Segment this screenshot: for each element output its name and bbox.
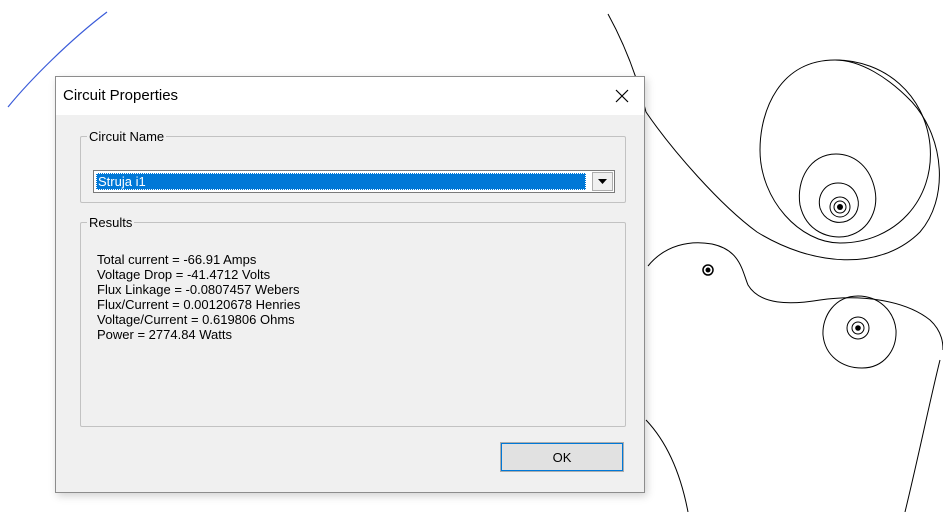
result-flux-linkage: Flux Linkage = -0.0807457 Webers (97, 282, 300, 297)
close-button[interactable] (599, 77, 644, 115)
circuit-name-dropdown[interactable]: Struja i1 (93, 170, 615, 193)
circuit-properties-dialog: Circuit Properties Circuit Name Struja i… (55, 76, 645, 493)
circuit-name-selected-value: Struja i1 (96, 173, 586, 190)
result-power: Power = 2774.84 Watts (97, 327, 233, 342)
result-voltage-current: Voltage/Current = 0.619806 Ohms (97, 312, 295, 327)
contour-boundary-middle (647, 242, 943, 351)
dialog-titlebar[interactable]: Circuit Properties (56, 77, 644, 115)
dropdown-button[interactable] (592, 172, 613, 191)
contour-lower-outer (822, 295, 897, 369)
circuit-name-group: Circuit Name Struja i1 (80, 129, 626, 203)
results-label: Results (89, 215, 133, 230)
circuit-name-label: Circuit Name (89, 129, 165, 144)
result-total-current: Total current = -66.91 Amps (97, 252, 257, 267)
contour-lower-right (904, 359, 941, 512)
contour-lower-left (645, 419, 689, 512)
source-upper (837, 204, 843, 210)
dialog-title: Circuit Properties (63, 87, 179, 104)
contour-boundary-upper (607, 13, 940, 261)
close-icon (615, 89, 628, 103)
results-list: Total current = -66.91 Amps Voltage Drop… (97, 252, 300, 342)
chevron-down-icon (598, 179, 607, 184)
ok-button[interactable]: OK (500, 442, 624, 472)
result-voltage-drop: Voltage Drop = -41.4712 Volts (97, 267, 271, 282)
contour-upper-mid (798, 153, 877, 238)
result-flux-current: Flux/Current = 0.00120678 Henries (97, 297, 301, 312)
results-group: Results Total current = -66.91 Amps Volt… (80, 215, 626, 427)
source-lower (855, 325, 861, 331)
